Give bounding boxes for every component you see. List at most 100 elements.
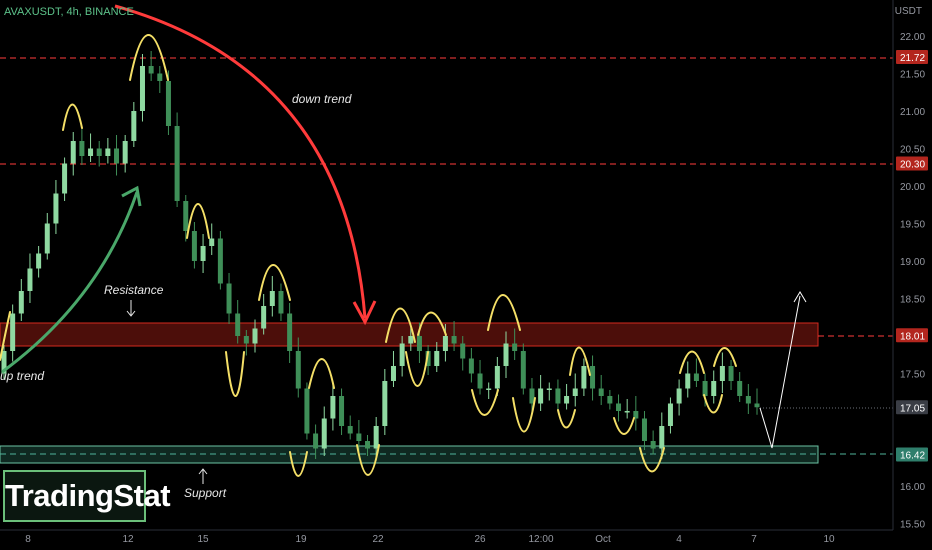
candle-body — [330, 396, 336, 419]
price-label: 18.01 — [900, 331, 925, 342]
candle-body — [598, 388, 604, 396]
candle-body — [503, 343, 509, 366]
support-label: Support — [184, 486, 227, 500]
candle-body — [191, 231, 197, 261]
candle-body — [96, 148, 102, 156]
candle-body — [416, 336, 422, 351]
candle-body — [373, 426, 379, 449]
candle-body — [486, 388, 492, 390]
candle-body — [347, 426, 353, 434]
candle-body — [27, 268, 33, 291]
up-trend-label: up trend — [0, 369, 45, 383]
candle-body — [590, 366, 596, 389]
candle-body — [157, 73, 163, 81]
candle-body — [278, 291, 284, 314]
candle-body — [122, 141, 128, 164]
candle-body — [451, 336, 457, 344]
candle-body — [572, 388, 578, 396]
candle-body — [676, 388, 682, 404]
candle-body — [287, 313, 293, 351]
price-label: 16.42 — [900, 451, 925, 462]
candle-body — [693, 373, 699, 381]
price-label: 17.05 — [900, 403, 925, 414]
price-chart[interactable]: 22.00 21.50 21.00 20.50 20.00 19.50 19.00 18.50… — [0, 0, 932, 550]
candle-body — [139, 66, 145, 111]
candle-body — [105, 148, 111, 156]
symbol-label: AVAXUSDT, 4h, BINANCE — [4, 6, 134, 18]
x-tick-label: Oct — [595, 534, 611, 545]
candle-body — [624, 411, 630, 413]
x-tick-label: 12:00 — [528, 534, 553, 545]
candle-body — [641, 418, 647, 441]
candle-body — [44, 223, 50, 254]
candle-body — [18, 291, 24, 314]
x-tick-label: 19 — [295, 534, 307, 545]
candle-body — [702, 381, 708, 396]
candle-body — [728, 366, 734, 381]
candle-body — [209, 238, 215, 246]
candle-body — [148, 66, 154, 74]
candle-body — [399, 343, 405, 366]
candle-body — [165, 81, 171, 126]
x-tick-label: 26 — [474, 534, 486, 545]
candle-body — [512, 343, 518, 351]
candle-body — [442, 336, 448, 351]
candle-body — [581, 366, 587, 389]
currency-label: USDT — [894, 6, 922, 17]
candle-body — [494, 366, 500, 389]
candle-body — [616, 403, 622, 411]
candle-body — [269, 291, 275, 306]
candle-body — [564, 396, 570, 404]
y-tick-label: 21.00 — [900, 107, 925, 118]
candle-body — [711, 381, 717, 396]
y-tick-label: 16.00 — [900, 482, 925, 493]
candle-body — [261, 306, 267, 329]
candle-body — [88, 148, 94, 156]
candle-body — [520, 351, 526, 389]
x-tick-label: 8 — [25, 534, 31, 545]
candle-body — [304, 388, 310, 434]
x-tick-label: 12 — [122, 534, 134, 545]
candle-body — [217, 238, 223, 284]
candle-body — [226, 283, 232, 314]
candle-body — [667, 403, 673, 426]
candle-body — [174, 126, 180, 201]
candle-body — [737, 381, 743, 396]
candle-body — [390, 366, 396, 381]
resistance-label: Resistance — [104, 283, 164, 297]
candle-body — [62, 163, 68, 194]
candle-body — [183, 201, 189, 231]
candle-body — [243, 336, 249, 344]
candle-body — [538, 388, 544, 404]
y-tick-label: 18.50 — [900, 295, 925, 306]
candle-body — [131, 111, 137, 141]
x-tick-label: 15 — [197, 534, 209, 545]
candle-body — [719, 366, 725, 381]
x-tick-label: 4 — [676, 534, 682, 545]
candle-body — [460, 343, 466, 359]
candle-body — [434, 351, 440, 366]
y-tick-label: 19.00 — [900, 257, 925, 268]
candle-body — [468, 358, 474, 374]
x-tick-label: 22 — [372, 534, 384, 545]
x-tick-label: 10 — [823, 534, 835, 545]
tradingstat-logo: TradingStat — [3, 470, 171, 522]
y-tick-label: 21.50 — [900, 70, 925, 81]
candle-body — [114, 148, 120, 164]
candle-body — [200, 246, 206, 261]
candle-body — [339, 396, 345, 426]
candle-body — [79, 141, 85, 156]
candle-body — [477, 373, 483, 389]
candle-body — [555, 388, 561, 404]
price-label: 21.72 — [900, 53, 925, 64]
candle-body — [754, 403, 760, 408]
candle-body — [685, 373, 691, 389]
x-tick-label: 7 — [751, 534, 757, 545]
y-tick-label: 20.50 — [900, 145, 925, 156]
down-trend-label: down trend — [292, 92, 352, 106]
candle-body — [650, 441, 656, 449]
candle-body — [252, 328, 258, 344]
candle-body — [53, 193, 59, 224]
y-tick-label: 17.50 — [900, 370, 925, 381]
candle-body — [659, 426, 665, 449]
